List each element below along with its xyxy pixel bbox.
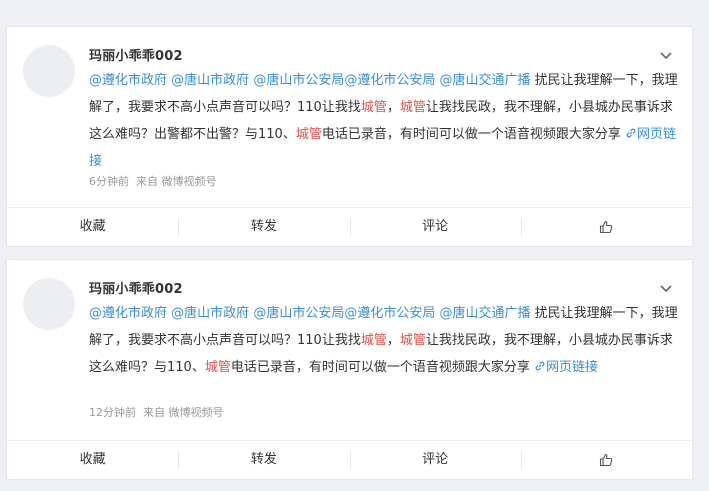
favorite-button[interactable]: 收藏: [7, 208, 178, 246]
thumbs-up-icon: [600, 220, 613, 233]
like-button[interactable]: [520, 208, 692, 246]
keyword-highlight: 城管: [360, 100, 387, 115]
avatar[interactable]: [23, 278, 75, 330]
mention-link[interactable]: @唐山市政府: [171, 73, 249, 88]
chevron-down-icon[interactable]: [658, 47, 674, 60]
post-time[interactable]: 6分钟前: [89, 175, 129, 188]
weibo-post-card: 玛丽小乖乖002 @遵化市政府 @唐山市政府 @唐山市公安局@遵化市公安局 @唐…: [6, 259, 693, 480]
keyword-highlight: 城管: [399, 333, 426, 348]
keyword-highlight: 城管: [295, 127, 322, 142]
like-button[interactable]: [520, 441, 692, 479]
mention-link[interactable]: @遵化市政府: [89, 73, 167, 88]
post-text-segment: 电话已录音，有时间可以做一个语音视频跟大家分享: [230, 360, 534, 375]
mention-link[interactable]: @遵化市政府: [89, 306, 167, 321]
chevron-down-icon[interactable]: [658, 280, 674, 293]
post-source: 来自 微博视频号: [143, 406, 224, 419]
keyword-highlight: 城管: [204, 360, 231, 375]
link-icon: [626, 128, 636, 138]
post-text-segment: ，: [386, 100, 400, 115]
post-text-segment: ，: [386, 333, 400, 348]
mention-link[interactable]: @唐山交通广播: [439, 73, 530, 88]
post-meta: 12分钟前 来自 微博视频号: [89, 404, 224, 420]
post-source: 来自 微博视频号: [136, 175, 217, 188]
link-label: 网页链接: [545, 360, 598, 375]
author-name[interactable]: 玛丽小乖乖002: [89, 278, 183, 297]
comment-button[interactable]: 评论: [349, 208, 521, 246]
thumbs-up-icon: [600, 453, 613, 466]
web-link[interactable]: 网页链接: [534, 360, 598, 375]
action-bar: 收藏 转发 评论: [7, 207, 692, 246]
repost-button[interactable]: 转发: [178, 441, 349, 479]
post-text: @遵化市政府 @唐山市政府 @唐山市公安局@遵化市公安局 @唐山交通广播 扰民让…: [89, 67, 679, 175]
keyword-highlight: 城管: [360, 333, 387, 348]
mention-link[interactable]: @唐山市公安局: [253, 306, 344, 321]
post-text-segment: 电话已录音，有时间可以做一个语音视频跟大家分享: [321, 127, 625, 142]
action-bar: 收藏 转发 评论: [7, 440, 692, 479]
mention-link[interactable]: @唐山交通广播: [439, 306, 530, 321]
mention-link[interactable]: @遵化市公安局: [344, 306, 435, 321]
mention-link[interactable]: @唐山市政府: [171, 306, 249, 321]
mention-link[interactable]: @唐山市公安局: [253, 73, 344, 88]
repost-button[interactable]: 转发: [178, 208, 349, 246]
post-time[interactable]: 12分钟前: [89, 406, 136, 419]
post-meta: 6分钟前 来自 微博视频号: [89, 173, 217, 189]
mention-link[interactable]: @遵化市公安局: [344, 73, 435, 88]
favorite-button[interactable]: 收藏: [7, 441, 178, 479]
comment-button[interactable]: 评论: [349, 441, 521, 479]
avatar[interactable]: [23, 45, 75, 97]
link-icon: [535, 361, 545, 371]
weibo-post-card: 玛丽小乖乖002 @遵化市政府 @唐山市政府 @唐山市公安局@遵化市公安局 @唐…: [6, 26, 693, 247]
post-text: @遵化市政府 @唐山市政府 @唐山市公安局@遵化市公安局 @唐山交通广播 扰民让…: [89, 300, 679, 381]
author-name[interactable]: 玛丽小乖乖002: [89, 45, 183, 64]
keyword-highlight: 城管: [399, 100, 426, 115]
